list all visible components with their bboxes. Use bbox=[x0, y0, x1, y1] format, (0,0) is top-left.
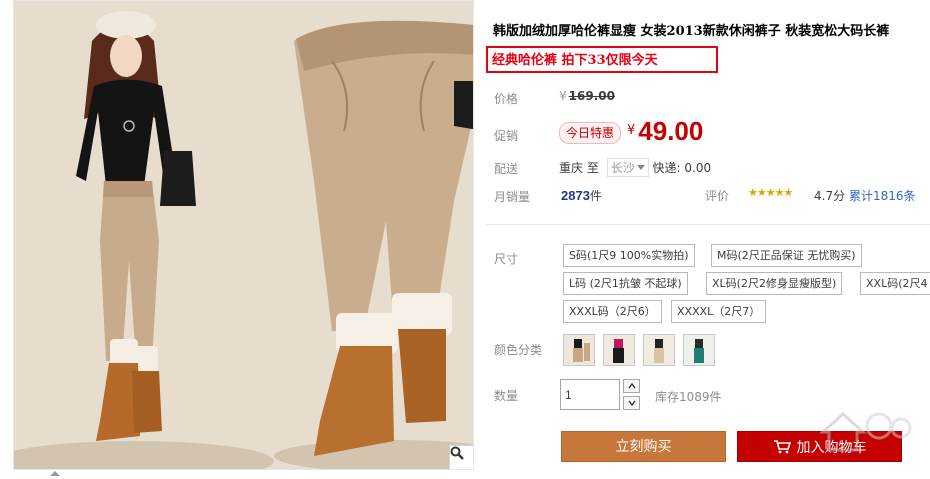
product-main-image[interactable] bbox=[13, 0, 474, 470]
stock-count: 库存1089件 bbox=[655, 390, 722, 404]
buy-now-button[interactable]: 立刻购买 bbox=[561, 431, 726, 462]
ship-to-word: 至 bbox=[586, 161, 599, 175]
size-option-m[interactable]: M码(2尺正品保证 无忧购买) bbox=[711, 244, 862, 267]
product-photo bbox=[14, 1, 473, 469]
currency-symbol: ¥ bbox=[559, 89, 567, 103]
size-label: 尺寸 bbox=[494, 252, 519, 266]
color-swatch-teal[interactable] bbox=[683, 334, 715, 366]
color-swatch-khaki[interactable] bbox=[563, 334, 595, 366]
price-label: 价格 bbox=[494, 92, 519, 106]
size-option-xxxxl[interactable]: XXXXL（2尺7） bbox=[671, 300, 767, 323]
color-swatch-beige[interactable] bbox=[643, 334, 675, 366]
shipping-fee: 快递: 0.00 bbox=[652, 161, 712, 175]
shipping-info: 重庆 至 长沙 快递: 0.00 bbox=[559, 158, 711, 177]
monthly-sales-unit: 件 bbox=[589, 189, 602, 203]
current-price-value: 49.00 bbox=[638, 116, 704, 146]
promo-label: 促销 bbox=[494, 129, 519, 143]
monthly-sales-count: 2873 bbox=[561, 188, 590, 203]
zoom-button[interactable] bbox=[449, 445, 473, 469]
site-watermark-logo bbox=[819, 411, 912, 452]
monthly-sales-label: 月销量 bbox=[494, 190, 531, 204]
quantity-decrease-button[interactable] bbox=[623, 396, 640, 410]
size-option-l[interactable]: L码 (2尺1抗皱 不起球) bbox=[563, 272, 688, 295]
currency-symbol: ¥ bbox=[627, 123, 636, 138]
swatch-image bbox=[604, 335, 634, 365]
size-option-xl[interactable]: XL码(2尺2修身显瘦版型) bbox=[706, 272, 843, 295]
search-icon bbox=[450, 446, 464, 460]
quantity-input[interactable] bbox=[560, 379, 620, 410]
current-price: ¥49.00 bbox=[627, 116, 703, 147]
quantity-increase-button[interactable] bbox=[623, 379, 640, 393]
color-label: 颜色分类 bbox=[494, 343, 543, 357]
product-title: 韩版加绒加厚哈伦裤显瘦 女装2013新款休闲裤子 秋装宽松大码长裤 bbox=[493, 24, 890, 39]
destination-city-select[interactable]: 长沙 bbox=[606, 158, 649, 177]
today-deal-badge: 今日特惠 bbox=[559, 122, 622, 144]
size-option-xxxl[interactable]: XXXL码（2尺6） bbox=[563, 300, 662, 323]
swatch-image bbox=[644, 335, 674, 365]
shipping-label: 配送 bbox=[494, 162, 519, 176]
original-price-value: 169.00 bbox=[568, 89, 615, 103]
monthly-sales: 2873件 bbox=[561, 187, 602, 204]
dropdown-caret-icon bbox=[636, 165, 645, 170]
product-detail-panel: 韩版加绒加厚哈伦裤显瘦 女装2013新款休闲裤子 秋装宽松大码长裤 经典哈伦裤 … bbox=[486, 0, 930, 479]
thumbnail-up-arrow-icon[interactable] bbox=[50, 471, 60, 476]
rating-score: 4.7分 bbox=[814, 189, 846, 203]
product-promo-text: 经典哈伦裤 拍下33仅限今天 bbox=[492, 53, 658, 68]
size-option-xxl[interactable]: XXL码(2尺4 bbox=[860, 272, 930, 295]
divider bbox=[486, 224, 930, 225]
color-swatch-black[interactable] bbox=[603, 334, 635, 366]
rating-label: 评价 bbox=[705, 189, 730, 203]
destination-city: 长沙 bbox=[610, 161, 635, 175]
size-option-s[interactable]: S码(1尺9 100%实物拍) bbox=[563, 244, 695, 267]
quantity-label: 数量 bbox=[494, 389, 519, 403]
review-count-link[interactable]: 累计1816条 bbox=[849, 187, 916, 204]
chevron-down-icon bbox=[627, 400, 636, 406]
cart-icon bbox=[773, 439, 791, 453]
swatch-image bbox=[564, 335, 594, 365]
rating-stars-icon: ★★★★★ bbox=[748, 186, 793, 199]
chevron-up-icon bbox=[627, 383, 636, 389]
swatch-image bbox=[684, 335, 714, 365]
original-price: ¥169.00 bbox=[559, 89, 615, 103]
ship-from: 重庆 bbox=[559, 161, 584, 175]
